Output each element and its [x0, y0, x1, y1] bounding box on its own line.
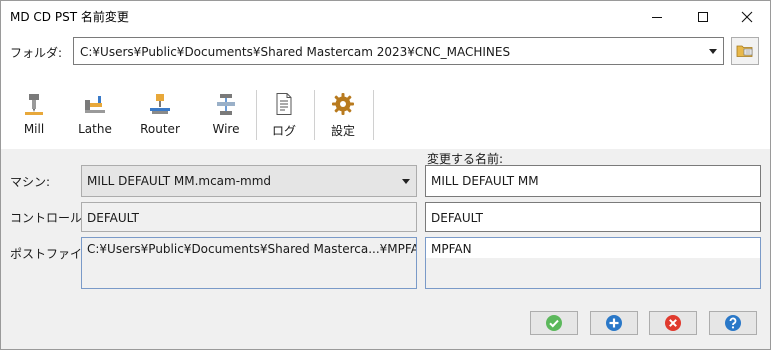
- rename-dialog: MD CD PST 名前変更 フォルダ: C:¥Users¥Public¥Doc…: [0, 0, 771, 350]
- lathe-icon: [85, 96, 105, 113]
- control-new-name-input[interactable]: DEFAULT: [425, 202, 761, 232]
- toolbar-log-label: ログ: [271, 124, 296, 138]
- log-document-icon: [276, 93, 292, 115]
- minimize-button[interactable]: [634, 1, 680, 32]
- wire-icon: [217, 94, 235, 115]
- minimize-icon: [652, 16, 662, 18]
- post-new-name-band: [426, 258, 760, 288]
- title-bar: MD CD PST 名前変更: [1, 1, 770, 32]
- toolbar-separator: [373, 90, 374, 140]
- machine-label: マシン:: [10, 175, 51, 189]
- mill-icon: [25, 94, 43, 115]
- chevron-down-icon: [709, 49, 717, 54]
- machine-select[interactable]: MILL DEFAULT MM.mcam-mmd: [81, 165, 417, 197]
- close-icon: [741, 11, 753, 22]
- close-button[interactable]: [724, 1, 770, 32]
- gear-icon: [332, 93, 354, 115]
- toolbar-wire-button[interactable]: Wire: [196, 92, 256, 142]
- toolbar-lathe-label: Lathe: [78, 122, 112, 136]
- machine-type-toolbar: Mill Lathe Router Wire ログ 設定: [1, 72, 770, 149]
- toolbar-settings-label: 設定: [330, 124, 355, 138]
- chevron-down-icon: [402, 179, 410, 184]
- maximize-icon: [698, 11, 708, 22]
- toolbar-mill-button[interactable]: Mill: [4, 92, 64, 142]
- post-file-value: C:¥Users¥Public¥Documents¥Shared Masterc…: [87, 242, 416, 256]
- plus-icon: [606, 315, 622, 331]
- machine-new-name-input[interactable]: MILL DEFAULT MM: [425, 165, 761, 197]
- toolbar-router-label: Router: [140, 122, 180, 136]
- toolbar-wire-label: Wire: [212, 122, 240, 136]
- control-label: コントロール:: [10, 211, 87, 225]
- machine-new-name-value: MILL DEFAULT MM: [431, 174, 539, 188]
- toolbar-router-button[interactable]: Router: [130, 92, 190, 142]
- help-button[interactable]: [709, 311, 757, 335]
- post-new-name-value: MPFAN: [431, 242, 472, 256]
- add-button[interactable]: [590, 311, 638, 335]
- help-icon: [725, 315, 741, 331]
- toolbar-lathe-button[interactable]: Lathe: [65, 92, 125, 142]
- browse-folder-button[interactable]: [731, 37, 759, 65]
- post-file-field: C:¥Users¥Public¥Documents¥Shared Masterc…: [81, 237, 417, 289]
- cancel-icon: [665, 315, 681, 331]
- folder-row: フォルダ: C:¥Users¥Public¥Documents¥Shared M…: [1, 32, 770, 72]
- window-title: MD CD PST 名前変更: [10, 10, 129, 24]
- post-new-name-input[interactable]: MPFAN: [425, 237, 761, 289]
- control-value: DEFAULT: [87, 211, 139, 225]
- check-icon: [546, 315, 562, 331]
- toolbar-log-button[interactable]: ログ: [254, 92, 314, 142]
- ok-button[interactable]: [530, 311, 578, 335]
- maximize-button[interactable]: [680, 1, 726, 32]
- control-new-name-value: DEFAULT: [431, 211, 483, 225]
- folder-label: フォルダ:: [10, 46, 63, 60]
- folder-path-value: C:¥Users¥Public¥Documents¥Shared Masterc…: [80, 45, 511, 59]
- folder-path-select[interactable]: C:¥Users¥Public¥Documents¥Shared Masterc…: [73, 37, 724, 65]
- cancel-button[interactable]: [649, 311, 697, 335]
- toolbar-mill-label: Mill: [23, 122, 45, 136]
- router-icon: [150, 94, 170, 114]
- folder-browse-icon: [736, 45, 753, 57]
- toolbar-settings-button[interactable]: 設定: [313, 92, 373, 142]
- machine-select-value: MILL DEFAULT MM.mcam-mmd: [87, 174, 272, 188]
- control-field: DEFAULT: [81, 202, 417, 232]
